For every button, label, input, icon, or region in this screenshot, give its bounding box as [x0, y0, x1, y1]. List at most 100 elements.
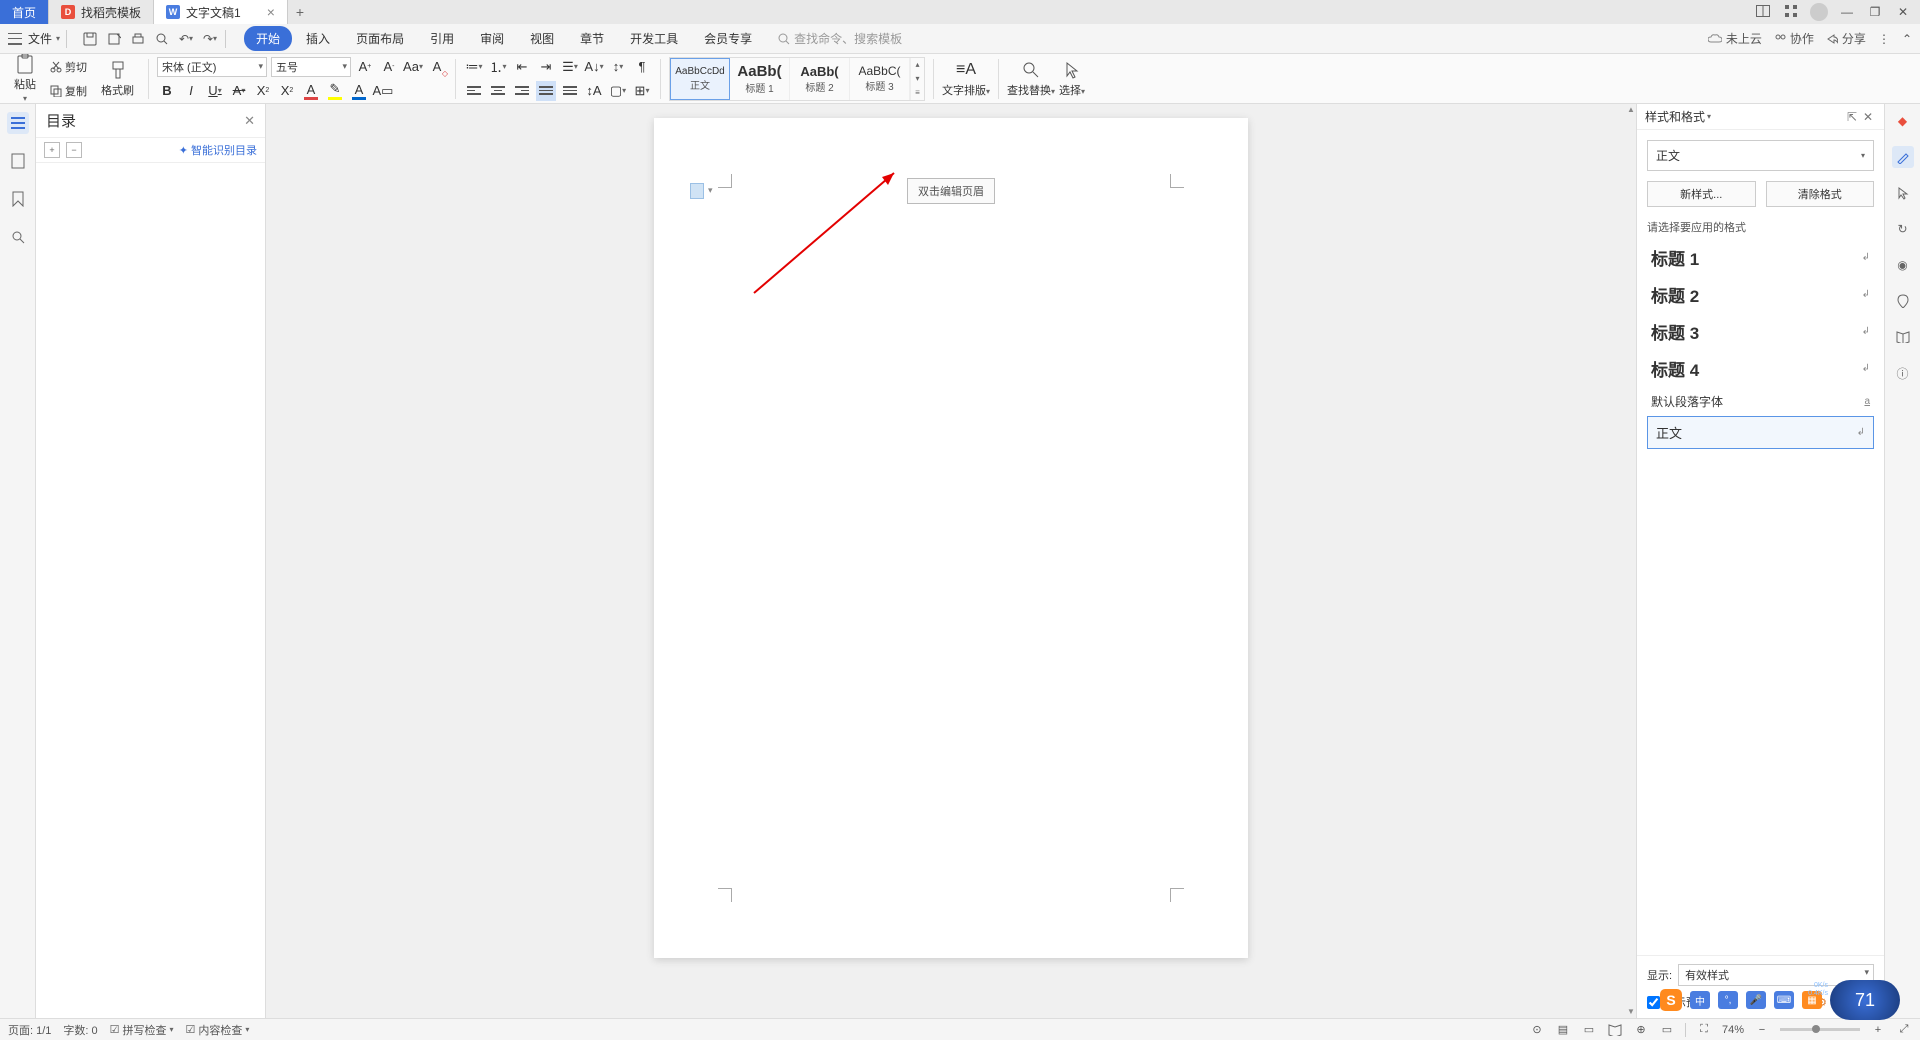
rr-diamond-icon[interactable]: ◆: [1892, 110, 1914, 132]
asian-layout-button[interactable]: ☰▾: [560, 57, 580, 77]
tab-document[interactable]: W文字文稿1×: [154, 0, 288, 24]
layout-icon[interactable]: [1754, 5, 1772, 20]
nav-smart-button[interactable]: ✦智能识别目录: [179, 142, 257, 158]
cut-button[interactable]: 剪切: [46, 57, 91, 77]
number-list-button[interactable]: ⒈▾: [488, 57, 508, 77]
ribbon-tab-section[interactable]: 章节: [568, 26, 616, 51]
paragraph-marks-button[interactable]: ¶: [632, 57, 652, 77]
nav-close-button[interactable]: ✕: [244, 113, 255, 129]
redo-icon[interactable]: ↷▾: [201, 30, 219, 48]
minimize-button[interactable]: —: [1838, 5, 1856, 19]
current-style-display[interactable]: 正文▾: [1647, 140, 1874, 171]
hamburger-icon[interactable]: [8, 33, 22, 45]
header-edit-hint[interactable]: 双击编辑页眉: [907, 178, 995, 204]
zoom-level[interactable]: 74%: [1722, 1024, 1744, 1036]
ribbon-tab-member[interactable]: 会员专享: [692, 26, 764, 51]
ribbon-tab-dev[interactable]: 开发工具: [618, 26, 690, 51]
save-icon[interactable]: [81, 30, 99, 48]
maximize-button[interactable]: ❐: [1866, 5, 1884, 19]
command-search[interactable]: 查找命令、搜索模板: [778, 30, 902, 47]
rail-bookmark-icon[interactable]: [7, 188, 29, 210]
change-case-button[interactable]: Aa▾: [403, 57, 423, 77]
style-row-body[interactable]: 正文↲: [1647, 416, 1874, 449]
document-area[interactable]: ▾ 双击编辑页眉 ▲ ▼: [266, 104, 1636, 1018]
sort-button[interactable]: A↓▾: [584, 57, 604, 77]
ribbon-tab-view[interactable]: 视图: [518, 26, 566, 51]
ime-keyboard-icon[interactable]: ⌨: [1774, 991, 1794, 1009]
pin-icon[interactable]: ⇱: [1844, 110, 1860, 124]
text-layout-button[interactable]: ≡A文字排版▾: [942, 60, 990, 98]
format-painter-button[interactable]: 格式刷: [101, 60, 134, 98]
file-menu[interactable]: 文件▾: [28, 30, 60, 47]
rail-outline-icon[interactable]: [7, 112, 29, 134]
strike-button[interactable]: A▾: [229, 81, 249, 101]
avatar-icon[interactable]: [1810, 3, 1828, 21]
highlight-button[interactable]: ✎▾: [325, 81, 345, 101]
clear-format-button-panel[interactable]: 清除格式: [1766, 181, 1875, 207]
increase-indent-button[interactable]: ⇥: [536, 57, 556, 77]
select-button[interactable]: 选择▾: [1059, 60, 1085, 98]
bold-button[interactable]: B: [157, 81, 177, 101]
zoom-slider[interactable]: [1780, 1028, 1860, 1031]
rr-book-icon[interactable]: [1892, 326, 1914, 348]
paste-button[interactable]: 粘贴▾: [14, 54, 36, 103]
nav-expand-button[interactable]: +: [44, 142, 60, 158]
line-spacing-button[interactable]: ↕▾: [608, 57, 628, 77]
italic-button[interactable]: I: [181, 81, 201, 101]
find-replace-button[interactable]: 查找替换▾: [1007, 60, 1055, 98]
collab-button[interactable]: 协作: [1774, 30, 1814, 47]
rr-help-icon[interactable]: ⓘ: [1892, 362, 1914, 384]
font-color-button[interactable]: A▾: [301, 81, 321, 101]
ribbon-tab-insert[interactable]: 插入: [294, 26, 342, 51]
style-row-h4[interactable]: 标题 4↲: [1647, 350, 1874, 387]
style-row-h1[interactable]: 标题 1↲: [1647, 239, 1874, 276]
style-row-default-font[interactable]: 默认段落字体a: [1647, 387, 1874, 416]
align-justify-button[interactable]: [536, 81, 556, 101]
scroll-up-icon[interactable]: ▲: [1626, 104, 1636, 116]
preview-icon[interactable]: [153, 30, 171, 48]
content-check-toggle[interactable]: ☑内容检查▾: [186, 1022, 250, 1038]
grow-font-button[interactable]: A+: [355, 57, 375, 77]
shading-button[interactable]: ▢▾: [608, 81, 628, 101]
ribbon-tab-review[interactable]: 审阅: [468, 26, 516, 51]
view-outline-icon[interactable]: ▭: [1659, 1022, 1675, 1038]
align-center-button[interactable]: [488, 81, 508, 101]
border-button[interactable]: ⊞▾: [632, 81, 652, 101]
view-page-icon[interactable]: ▤: [1555, 1022, 1571, 1038]
zoom-out-button[interactable]: −: [1754, 1022, 1770, 1038]
style-item-h1[interactable]: AaBb(标题 1: [730, 58, 790, 100]
vertical-scrollbar[interactable]: ▲ ▼: [1626, 104, 1636, 1018]
zoom-in-button[interactable]: +: [1870, 1022, 1886, 1038]
rr-clip-icon[interactable]: ◉: [1892, 254, 1914, 276]
share-button[interactable]: 分享: [1826, 30, 1866, 47]
nav-collapse-button[interactable]: −: [66, 142, 82, 158]
collapse-ribbon-icon[interactable]: ⌃: [1902, 32, 1912, 46]
decrease-indent-button[interactable]: ⇤: [512, 57, 532, 77]
rr-brush-icon[interactable]: [1892, 146, 1914, 168]
text-direction-button[interactable]: ↕A: [584, 81, 604, 101]
char-shading-button[interactable]: A▭: [373, 81, 393, 101]
view-dot-icon[interactable]: ⊙: [1529, 1022, 1545, 1038]
style-item-h2[interactable]: AaBb(标题 2: [790, 58, 850, 100]
rail-search-icon[interactable]: [7, 226, 29, 248]
undo-icon[interactable]: ↶▾: [177, 30, 195, 48]
shrink-font-button[interactable]: A-: [379, 57, 399, 77]
view-web-icon[interactable]: ⊕: [1633, 1022, 1649, 1038]
close-button[interactable]: ✕: [1894, 5, 1912, 19]
font-size-select[interactable]: 五号: [271, 57, 351, 77]
fit-icon[interactable]: ⛶: [1696, 1022, 1712, 1038]
performance-widget[interactable]: 0K/s0.4K/s 71: [1830, 980, 1900, 1020]
spell-check-toggle[interactable]: ☑拼写检查▾: [110, 1022, 174, 1038]
new-style-button[interactable]: 新样式...: [1647, 181, 1756, 207]
style-row-h3[interactable]: 标题 3↲: [1647, 313, 1874, 350]
apps-icon[interactable]: [1782, 5, 1800, 20]
tab-home[interactable]: 首页: [0, 0, 49, 24]
ribbon-tab-start[interactable]: 开始: [244, 26, 292, 51]
more-icon[interactable]: ⋮: [1878, 32, 1890, 46]
page-status[interactable]: 页面: 1/1: [8, 1022, 51, 1038]
panel-close-button[interactable]: ✕: [1860, 110, 1876, 124]
copy-button[interactable]: 复制: [46, 81, 91, 101]
scroll-down-icon[interactable]: ▼: [1626, 1006, 1636, 1018]
ime-mic-icon[interactable]: 🎤: [1746, 991, 1766, 1009]
tab-close-icon[interactable]: ×: [267, 4, 275, 20]
